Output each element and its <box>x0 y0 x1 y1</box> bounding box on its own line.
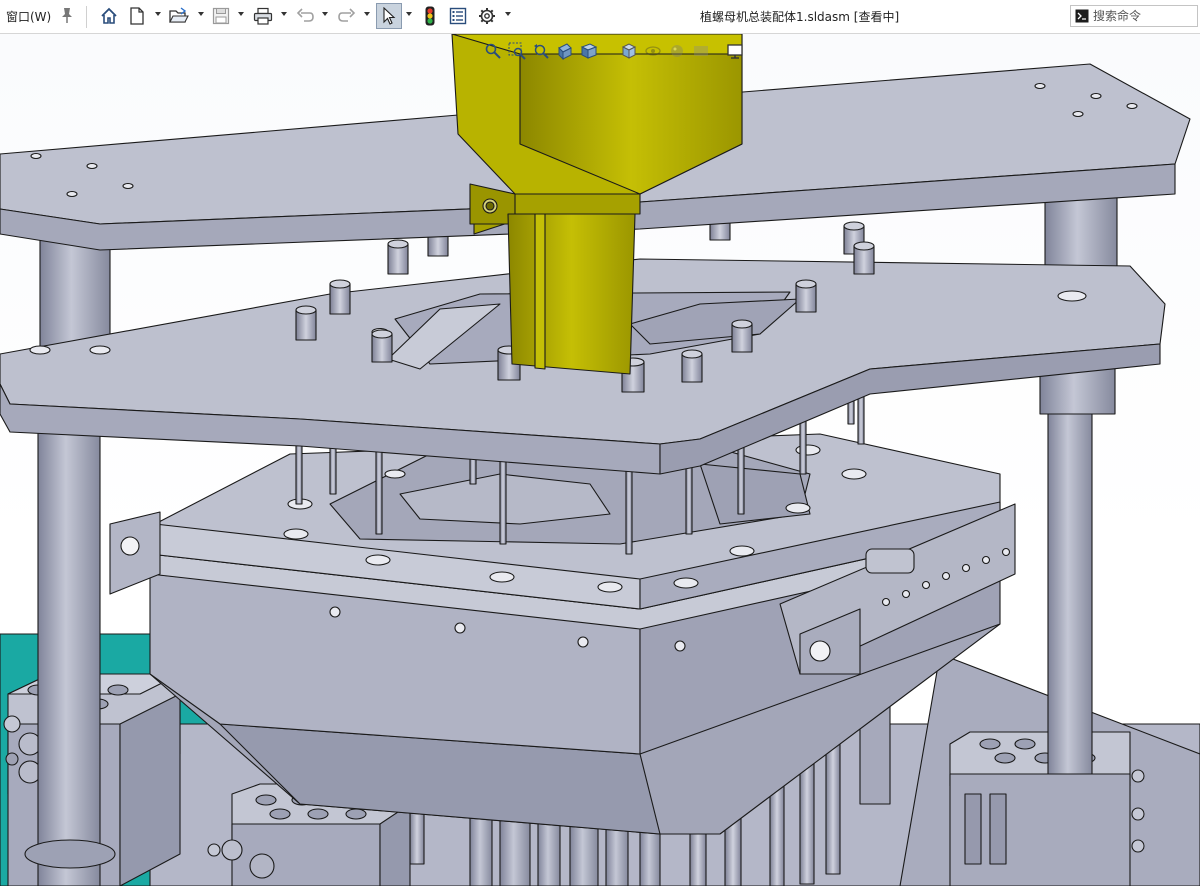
hide-show-icon[interactable] <box>644 42 662 60</box>
solidworks-window: 窗口(W) 植螺母机总装配体1.sldasm [查看中] 搜索命令 <box>0 0 1200 886</box>
rebuild-button[interactable] <box>419 5 441 27</box>
options-button[interactable] <box>476 5 498 27</box>
print-button[interactable] <box>252 5 274 27</box>
graphics-viewport[interactable] <box>0 34 1200 886</box>
edit-appearance-icon[interactable] <box>668 42 686 60</box>
new-dropdown-arrow[interactable] <box>155 12 161 16</box>
save-dropdown-arrow[interactable] <box>238 12 244 16</box>
open-folder-icon <box>169 7 189 23</box>
toolbar-separator <box>86 6 87 28</box>
zoom-area-icon[interactable] <box>508 42 526 60</box>
options-dropdown-arrow[interactable] <box>505 12 511 16</box>
select-cursor-icon <box>383 7 396 25</box>
pin-icon[interactable] <box>60 6 74 24</box>
file-properties-icon <box>449 7 467 25</box>
save-icon <box>212 7 230 25</box>
search-input[interactable] <box>1093 6 1193 26</box>
select-dropdown-arrow[interactable] <box>406 12 412 16</box>
redo-dropdown-arrow[interactable] <box>364 12 370 16</box>
command-prompt-icon <box>1075 9 1089 23</box>
title-toolbar: 窗口(W) 植螺母机总装配体1.sldasm [查看中] 搜索命令 <box>0 0 1200 34</box>
options-gear-icon <box>479 8 495 24</box>
redo-button[interactable] <box>336 5 358 27</box>
file-properties-button[interactable] <box>447 5 469 27</box>
apply-scene-icon[interactable] <box>692 42 710 60</box>
section-view-icon[interactable] <box>556 42 574 60</box>
undo-dropdown-arrow[interactable] <box>322 12 328 16</box>
search-box[interactable] <box>1070 5 1198 27</box>
print-dropdown-arrow[interactable] <box>281 12 287 16</box>
heads-up-view-toolbar <box>484 38 744 64</box>
display-style-icon[interactable] <box>620 42 638 60</box>
new-button[interactable] <box>126 5 148 27</box>
open-button[interactable] <box>168 5 190 27</box>
previous-view-icon[interactable] <box>532 42 550 60</box>
zoom-to-fit-icon[interactable] <box>484 42 502 60</box>
home-icon <box>101 7 117 24</box>
new-document-icon <box>130 7 144 25</box>
print-icon <box>253 7 273 25</box>
document-title: 植螺母机总装配体1.sldasm [查看中] <box>700 10 900 24</box>
menu-window[interactable]: 窗口(W) <box>6 8 51 25</box>
view-settings-icon[interactable] <box>726 42 744 60</box>
undo-button[interactable] <box>294 5 316 27</box>
select-button[interactable] <box>376 3 402 29</box>
right-slider-block[interactable] <box>949 731 1145 886</box>
home-button[interactable] <box>98 5 120 27</box>
rebuild-traffic-light-icon <box>425 6 435 26</box>
redo-icon <box>338 8 356 22</box>
save-button[interactable] <box>210 5 232 27</box>
open-dropdown-arrow[interactable] <box>198 12 204 16</box>
undo-icon <box>296 8 314 22</box>
assembly-model-scene[interactable] <box>0 34 1200 886</box>
view-orientation-icon[interactable] <box>580 42 598 60</box>
